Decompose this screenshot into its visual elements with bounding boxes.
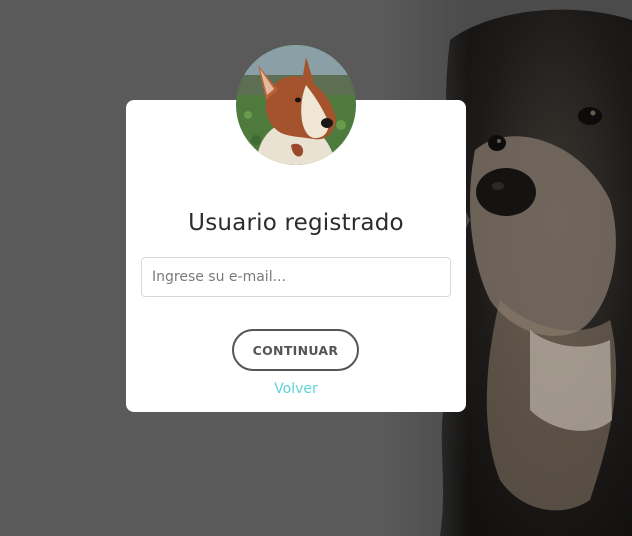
email-field[interactable]	[141, 257, 451, 297]
avatar	[236, 45, 356, 165]
dog-avatar-image	[236, 45, 356, 165]
continue-button[interactable]: CONTINUAR	[232, 329, 359, 371]
page-title: Usuario registrado	[188, 210, 404, 236]
page-root: Usuario registrado CONTINUAR Volver	[0, 0, 632, 536]
back-link[interactable]: Volver	[126, 381, 466, 397]
